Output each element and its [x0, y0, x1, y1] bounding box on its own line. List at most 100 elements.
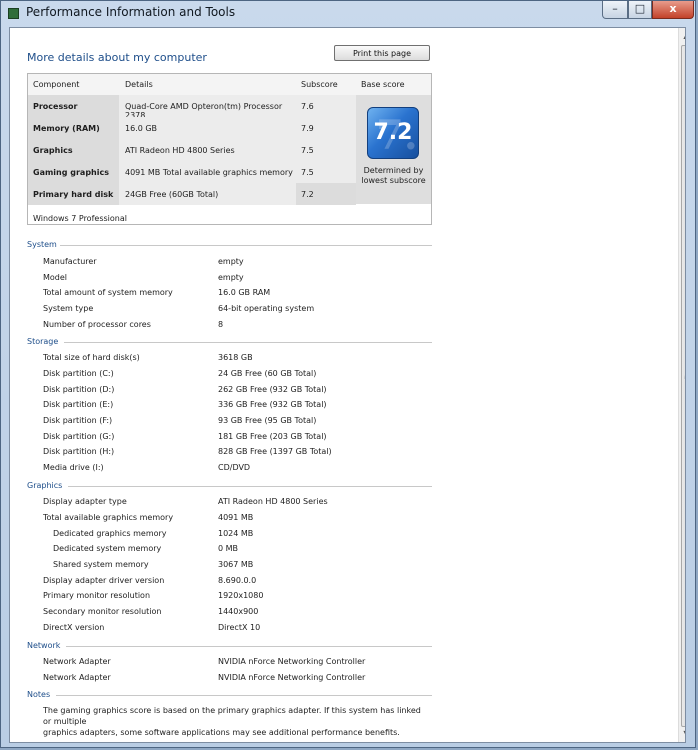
info-label: Disk partition (G:) — [43, 432, 115, 441]
info-label: Secondary monitor resolution — [43, 607, 162, 616]
scroll-down-arrow-icon[interactable]: ▼ — [679, 726, 685, 742]
info-label: Manufacturer — [43, 257, 97, 266]
component-details: Quad-Core AMD Opteron(tm) Processor 2378 — [119, 95, 296, 120]
info-label: Display adapter driver version — [43, 576, 165, 585]
score-row-primary-hard-disk: Primary hard disk 24GB Free (60GB Total)… — [28, 183, 356, 205]
header-base-score: Base score — [361, 80, 405, 89]
scroll-up-arrow-icon[interactable]: ▲ — [679, 28, 685, 44]
info-label: Total amount of system memory — [43, 288, 173, 297]
base-score-note-line-2: lowest subscore — [361, 176, 426, 185]
info-label: Network Adapter — [43, 673, 111, 682]
component-subscore: 7.2 — [296, 183, 356, 205]
component-name: Gaming graphics — [28, 161, 119, 183]
base-score-badge: 7.2 7.2 — [367, 107, 419, 159]
info-label: Disk partition (E:) — [43, 400, 114, 409]
notes-text: The gaming graphics score is based on th… — [43, 705, 423, 738]
app-icon — [8, 8, 19, 19]
notes-line-2: graphics adapters, some software applica… — [43, 728, 400, 737]
section-divider — [68, 486, 432, 487]
title-bar[interactable]: Performance Information and Tools – □ x — [1, 1, 695, 25]
info-label: Disk partition (H:) — [43, 447, 115, 456]
info-value: DirectX 10 — [218, 623, 261, 632]
grip-icon: ≡ — [684, 375, 685, 381]
section-title-storage: Storage — [27, 337, 59, 346]
info-value: 828 GB Free (1397 GB Total) — [218, 447, 332, 456]
header-subscore: Subscore — [301, 80, 338, 89]
section-title-system: System — [27, 240, 57, 249]
score-row-graphics: Graphics ATI Radeon HD 4800 Series 7.5 — [28, 139, 356, 161]
vertical-scrollbar[interactable]: ▲ ≡ ▼ — [678, 28, 685, 742]
info-value: 1024 MB — [218, 529, 254, 538]
component-details: ATI Radeon HD 4800 Series — [119, 139, 296, 161]
close-button[interactable]: x — [652, 1, 694, 19]
info-value: 181 GB Free (203 GB Total) — [218, 432, 327, 441]
score-row-processor: Processor Quad-Core AMD Opteron(tm) Proc… — [28, 95, 356, 120]
component-subscore: 7.9 — [296, 117, 356, 139]
page-title: More details about my computer — [27, 51, 207, 64]
section-divider — [60, 245, 432, 246]
info-value: 4091 MB — [218, 513, 254, 522]
info-label: Primary monitor resolution — [43, 591, 151, 600]
section-divider — [64, 342, 432, 343]
component-subscore: 7.6 — [296, 95, 356, 117]
base-score-note-line-1: Determined by — [363, 166, 424, 175]
info-label: Network Adapter — [43, 657, 111, 666]
info-value: 16.0 GB RAM — [218, 288, 271, 297]
component-details: 16.0 GB — [119, 117, 296, 139]
info-value: 1920x1080 — [218, 591, 264, 600]
info-value: empty — [218, 273, 244, 282]
info-value: 262 GB Free (932 GB Total) — [218, 385, 327, 394]
window: Performance Information and Tools – □ x … — [0, 0, 696, 748]
info-value: 93 GB Free (95 GB Total) — [218, 416, 317, 425]
score-table-header: Component Details Subscore Base score — [28, 74, 431, 96]
base-score-cell: 7.2 7.2 Determined by lowest subscore — [356, 95, 431, 204]
notes-line-1: The gaming graphics score is based on th… — [43, 706, 421, 726]
info-value: 24 GB Free (60 GB Total) — [218, 369, 317, 378]
info-value: 336 GB Free (932 GB Total) — [218, 400, 327, 409]
info-value: 1440x900 — [218, 607, 259, 616]
info-value: NVIDIA nForce Networking Controller — [218, 657, 366, 666]
client-area: More details about my computer Print thi… — [9, 27, 686, 743]
info-label: Total size of hard disk(s) — [43, 353, 140, 362]
info-value: NVIDIA nForce Networking Controller — [218, 673, 366, 682]
info-label: Dedicated system memory — [53, 544, 162, 553]
maximize-button[interactable]: □ — [628, 1, 652, 19]
info-value: 0 MB — [218, 544, 239, 553]
score-table: Component Details Subscore Base score Pr… — [27, 73, 432, 225]
section-divider — [66, 646, 432, 647]
info-label: Number of processor cores — [43, 320, 151, 329]
info-label: Disk partition (D:) — [43, 385, 115, 394]
section-divider — [56, 695, 432, 696]
score-row-gaming-graphics: Gaming graphics 4091 MB Total available … — [28, 161, 356, 183]
print-button[interactable]: Print this page — [334, 45, 430, 61]
score-row-memory: Memory (RAM) 16.0 GB 7.9 — [28, 117, 356, 139]
section-title-network: Network — [27, 641, 61, 650]
info-label: Display adapter type — [43, 497, 127, 506]
component-details: 4091 MB Total available graphics memory — [119, 161, 296, 183]
info-value: CD/DVD — [218, 463, 251, 472]
component-name: Processor — [28, 95, 119, 117]
base-score-note: Determined by lowest subscore — [356, 166, 431, 186]
info-value: 3618 GB — [218, 353, 253, 362]
info-label: System type — [43, 304, 94, 313]
info-value: 8.690.0.0 — [218, 576, 257, 585]
component-subscore: 7.5 — [296, 161, 356, 183]
os-edition: Windows 7 Professional — [33, 214, 127, 223]
scroll-thumb[interactable]: ≡ — [681, 45, 685, 727]
info-label: DirectX version — [43, 623, 105, 632]
minimize-button[interactable]: – — [602, 1, 628, 19]
header-component: Component — [33, 80, 80, 89]
info-value: ATI Radeon HD 4800 Series — [218, 497, 328, 506]
info-label: Shared system memory — [53, 560, 149, 569]
section-title-notes: Notes — [27, 690, 51, 699]
window-title: Performance Information and Tools — [26, 5, 236, 19]
header-details: Details — [125, 80, 153, 89]
base-score-value: 7.2 — [373, 120, 413, 145]
component-name: Graphics — [28, 139, 119, 161]
info-value: 8 — [218, 320, 224, 329]
info-label: Model — [43, 273, 68, 282]
component-subscore: 7.5 — [296, 139, 356, 161]
info-label: Dedicated graphics memory — [53, 529, 167, 538]
info-value: 3067 MB — [218, 560, 254, 569]
info-value: empty — [218, 257, 244, 266]
